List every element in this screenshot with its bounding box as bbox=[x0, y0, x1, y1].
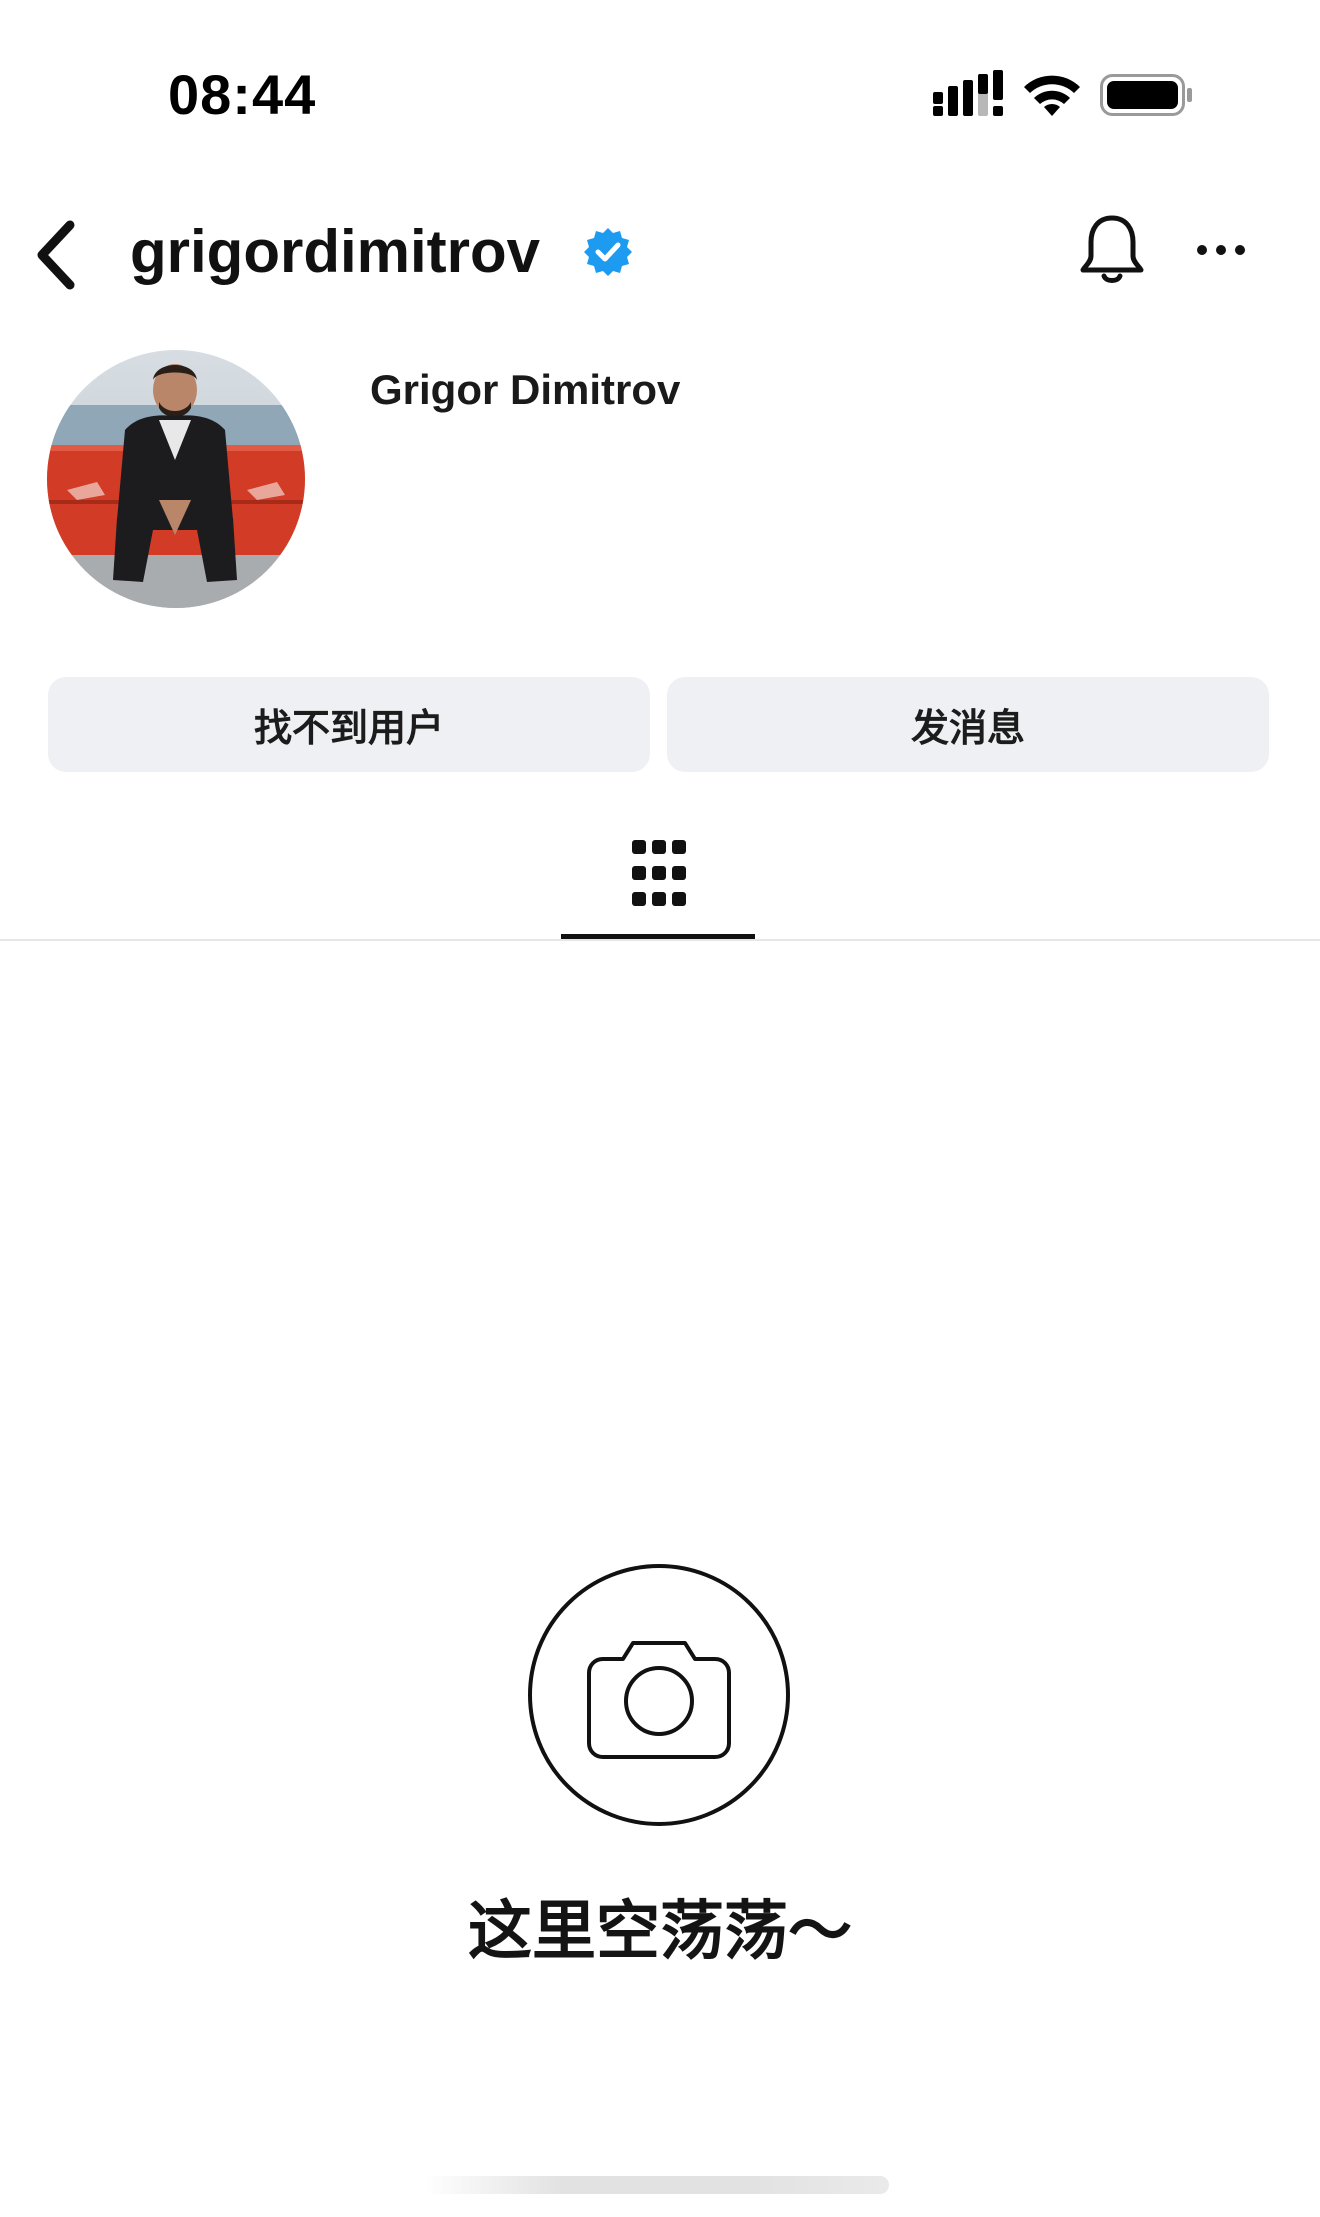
bell-icon bbox=[1080, 215, 1144, 283]
more-options-button[interactable] bbox=[1190, 230, 1260, 270]
profile-photo bbox=[47, 350, 305, 608]
empty-state-message: 这里空荡荡～ bbox=[468, 1895, 852, 1969]
battery-icon bbox=[1100, 74, 1192, 116]
more-horizontal-icon bbox=[1197, 245, 1245, 255]
tab-divider bbox=[0, 939, 1320, 941]
status-icons bbox=[930, 70, 1200, 120]
notification-bell-button[interactable] bbox=[1075, 210, 1150, 290]
verified-badge-icon bbox=[582, 226, 634, 278]
status-bar: 08:44 bbox=[0, 0, 1320, 190]
user-not-found-button[interactable]: 找不到用户 bbox=[48, 677, 650, 772]
home-indicator bbox=[423, 2176, 889, 2194]
empty-state-illustration bbox=[527, 1563, 791, 1827]
cellular-signal-icon bbox=[933, 70, 1003, 116]
display-name: Grigor Dimitrov bbox=[370, 366, 681, 413]
status-time: 08:44 bbox=[168, 63, 317, 126]
send-message-button[interactable]: 发消息 bbox=[667, 677, 1269, 772]
back-button[interactable] bbox=[30, 215, 90, 295]
tab-posts-grid[interactable] bbox=[561, 820, 755, 940]
chevron-left-icon bbox=[37, 220, 75, 290]
username: grigordimitrov bbox=[130, 218, 541, 285]
avatar[interactable] bbox=[47, 350, 305, 608]
grid-icon bbox=[632, 840, 686, 906]
wifi-icon bbox=[1024, 75, 1080, 116]
camera-icon bbox=[528, 1564, 790, 1826]
